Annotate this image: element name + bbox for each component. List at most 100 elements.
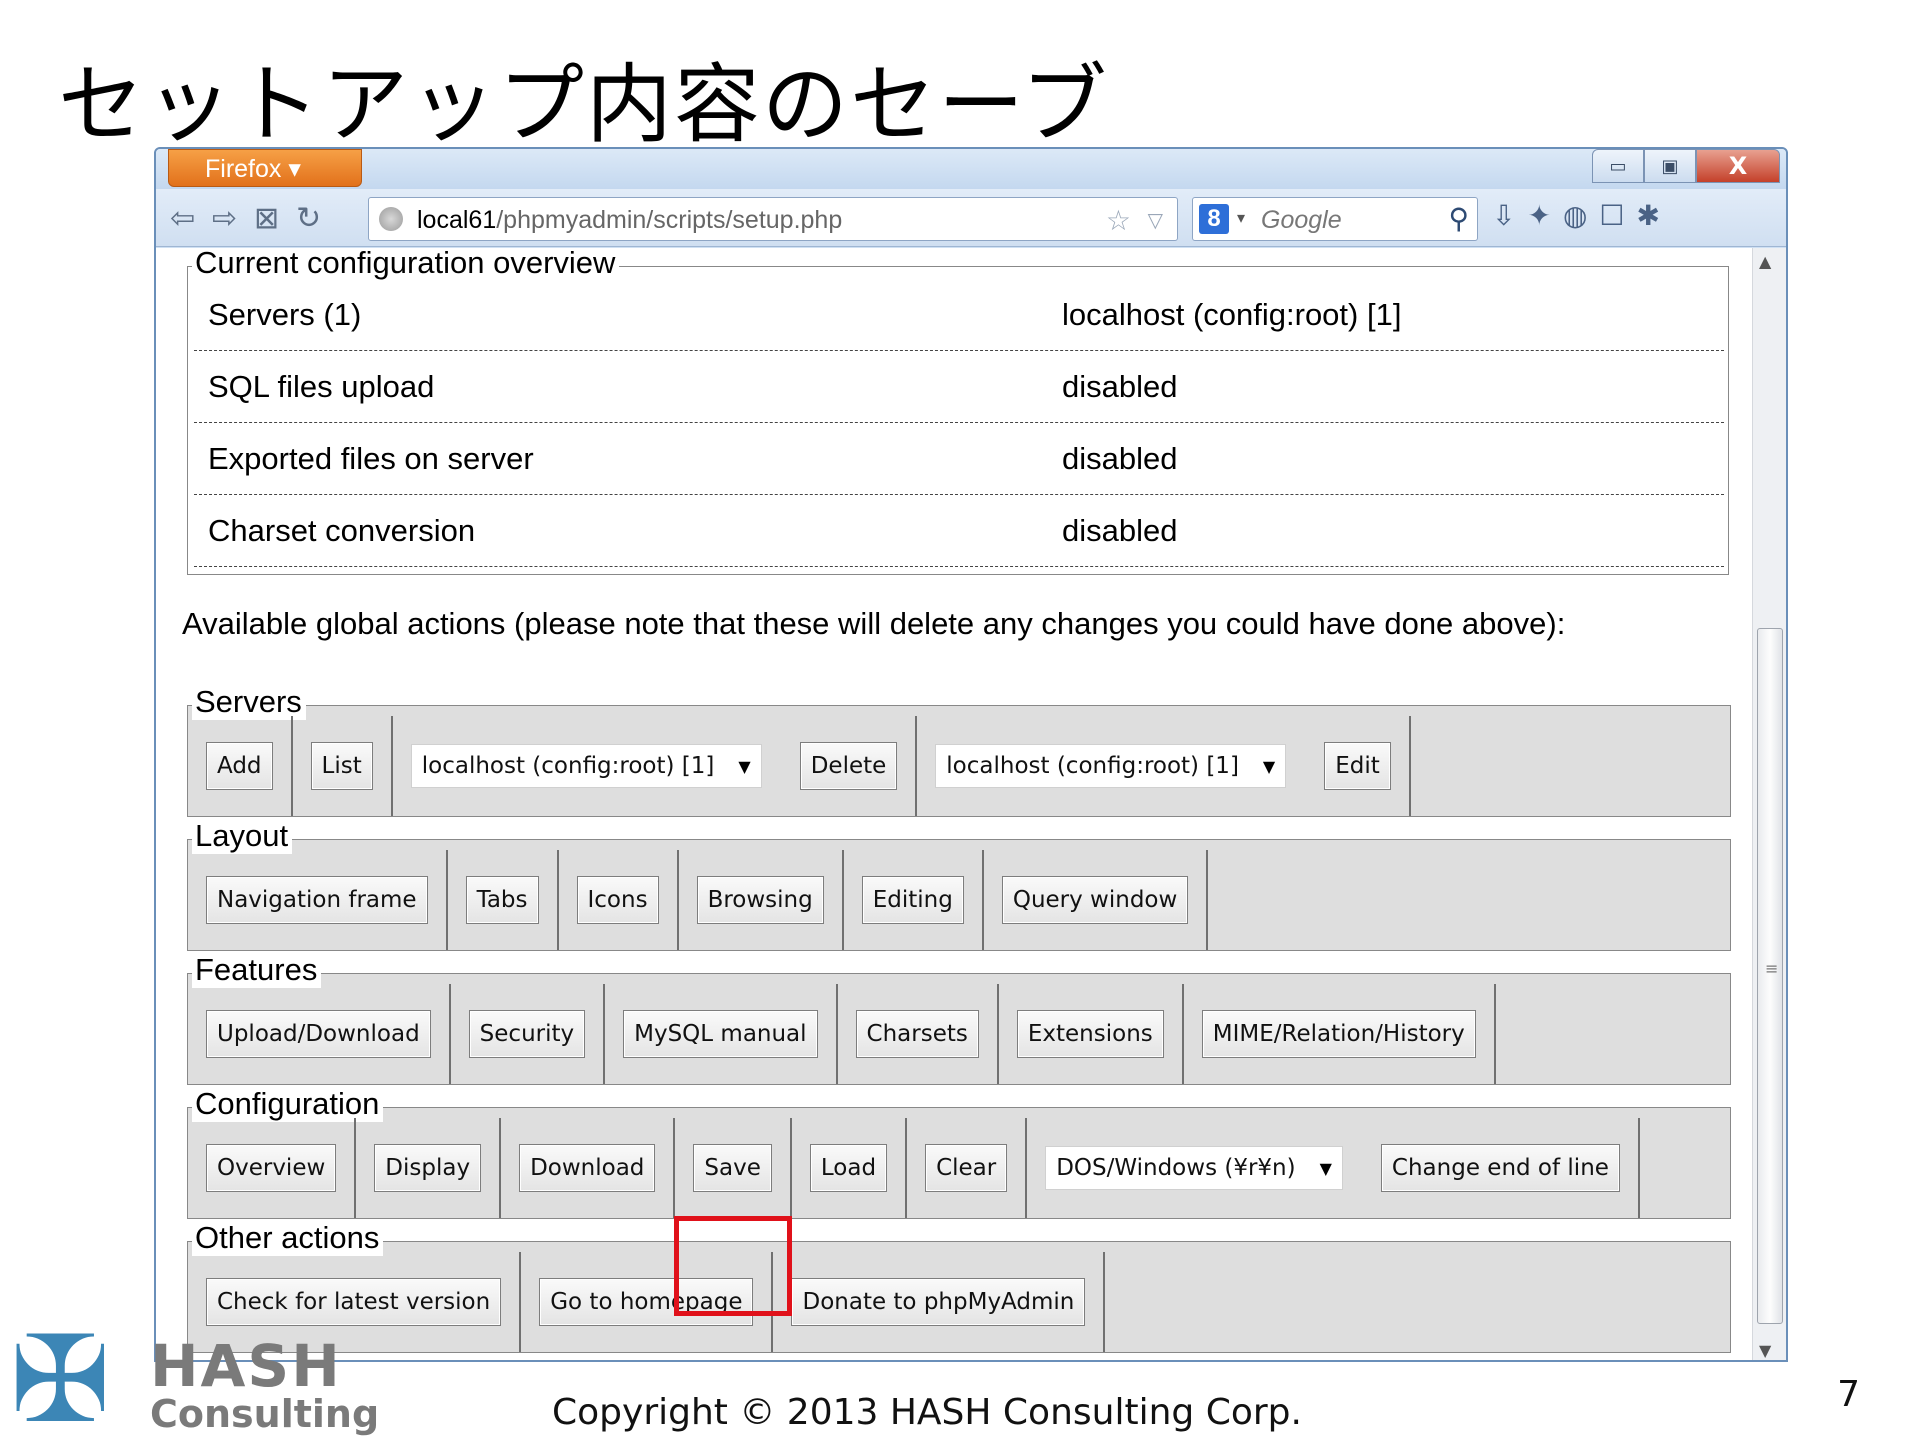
logo-mark-icon: ✠ bbox=[10, 1311, 111, 1440]
overview-row-value: disabled bbox=[1062, 513, 1178, 548]
scroll-down-icon[interactable]: ▼ bbox=[1759, 1341, 1771, 1360]
close-icon[interactable]: X bbox=[1696, 149, 1780, 183]
delete-server-button[interactable]: Delete bbox=[799, 742, 898, 790]
bookmarks-menu-icon[interactable]: ☐ bbox=[1599, 199, 1624, 232]
overview-row-value: disabled bbox=[1062, 441, 1178, 476]
eol-select-value: DOS/Windows (¥r¥n) bbox=[1056, 1155, 1296, 1181]
history-dropdown-icon[interactable]: ▽ bbox=[1148, 208, 1163, 232]
overview-row: SQL files upload disabled bbox=[194, 351, 1724, 423]
configuration-actions: Overview Display Download Save Load Clea… bbox=[188, 1118, 1640, 1218]
list-servers-button[interactable]: List bbox=[310, 742, 373, 790]
layout-actions: Navigation frame Tabs Icons Browsing Edi… bbox=[188, 850, 1209, 950]
logo-subtitle: Consulting bbox=[150, 1392, 380, 1436]
change-eol-button[interactable]: Change end of line bbox=[1380, 1144, 1620, 1192]
url-host: local61 bbox=[417, 206, 497, 234]
browser-window: Firefox ▾ ▭ ▣ X ⇦ ⇨ ⊠ ↻ local61/phpmyadm… bbox=[154, 147, 1788, 1362]
download-icon[interactable]: ⇩ bbox=[1492, 199, 1515, 232]
maximize-icon[interactable]: ▣ bbox=[1644, 149, 1696, 183]
mime-relation-history-button[interactable]: MIME/Relation/History bbox=[1201, 1010, 1476, 1058]
company-logo: ✠ HASH Consulting bbox=[10, 1320, 410, 1440]
navigation-toolbar: ⇦ ⇨ ⊠ ↻ local61/phpmyadmin/scripts/setup… bbox=[156, 189, 1786, 247]
stop-icon[interactable]: ⊠ bbox=[254, 201, 279, 236]
load-button[interactable]: Load bbox=[809, 1144, 888, 1192]
window-controls: ▭ ▣ X bbox=[1592, 149, 1780, 183]
search-bar[interactable]: 8 ▾ Google ⚲ bbox=[1192, 197, 1478, 241]
tabs-button[interactable]: Tabs bbox=[465, 876, 539, 924]
browsing-button[interactable]: Browsing bbox=[696, 876, 824, 924]
page-number: 7 bbox=[1837, 1374, 1860, 1415]
features-group: Features Upload/Download Security MySQL … bbox=[187, 952, 1731, 1085]
copyright: Copyright © 2013 HASH Consulting Corp. bbox=[552, 1392, 1302, 1433]
bookmark-star-icon[interactable]: ☆ bbox=[1106, 204, 1131, 237]
addon-icon[interactable]: ✦ bbox=[1527, 199, 1550, 232]
overview-row-value: localhost (config:root) [1] bbox=[1062, 297, 1402, 332]
security-button[interactable]: Security bbox=[468, 1010, 586, 1058]
upload-download-button[interactable]: Upload/Download bbox=[206, 1010, 431, 1058]
url-path: /phpmyadmin/scripts/setup.php bbox=[496, 206, 843, 234]
server-select-value: localhost (config:root) [1] bbox=[946, 753, 1239, 779]
configuration-overview: Current configuration overview Servers (… bbox=[187, 248, 1729, 575]
overview-row-name: Charset conversion bbox=[208, 513, 476, 548]
display-button[interactable]: Display bbox=[374, 1144, 482, 1192]
extensions-button[interactable]: Extensions bbox=[1016, 1010, 1164, 1058]
toolbar-icons: ⇩ ✦ ◍ ☐ ✱ bbox=[1492, 199, 1660, 232]
overview-row: Charset conversion disabled bbox=[194, 495, 1724, 567]
overview-row-name: Servers (1) bbox=[208, 297, 362, 332]
chevron-down-icon: ▼ bbox=[1262, 756, 1276, 776]
globe-icon[interactable]: ◍ bbox=[1563, 199, 1587, 232]
edit-server-button[interactable]: Edit bbox=[1324, 742, 1391, 790]
site-identity-icon[interactable] bbox=[379, 207, 403, 231]
search-engine-icon[interactable]: 8 bbox=[1199, 204, 1229, 234]
features-actions: Upload/Download Security MySQL manual Ch… bbox=[188, 984, 1496, 1084]
navigation-frame-button[interactable]: Navigation frame bbox=[206, 876, 428, 924]
eol-select[interactable]: DOS/Windows (¥r¥n) ▼ bbox=[1045, 1146, 1343, 1190]
reload-icon[interactable]: ↻ bbox=[296, 201, 321, 236]
save-button[interactable]: Save bbox=[693, 1144, 772, 1192]
firefox-menu-button[interactable]: Firefox ▾ bbox=[168, 149, 362, 187]
grip-icon: ≡ bbox=[1765, 959, 1779, 978]
download-button[interactable]: Download bbox=[519, 1144, 656, 1192]
add-server-button[interactable]: Add bbox=[206, 742, 273, 790]
overview-row-name: Exported files on server bbox=[208, 441, 534, 476]
overview-row-value: disabled bbox=[1062, 369, 1178, 404]
tools-icon[interactable]: ✱ bbox=[1636, 199, 1659, 232]
global-actions-note: Available global actions (please note th… bbox=[182, 606, 1566, 641]
servers-actions: Add List localhost (config:root) [1] ▼ De… bbox=[188, 716, 1411, 816]
search-icon[interactable]: ⚲ bbox=[1448, 202, 1469, 235]
chevron-down-icon[interactable]: ▾ bbox=[1237, 208, 1245, 227]
slide-title: セットアップ内容のセーブ bbox=[58, 55, 1109, 155]
charsets-button[interactable]: Charsets bbox=[855, 1010, 979, 1058]
chevron-down-icon: ▼ bbox=[1319, 1158, 1332, 1178]
back-icon[interactable]: ⇦ bbox=[170, 201, 195, 236]
check-version-button[interactable]: Check for latest version bbox=[206, 1278, 502, 1326]
forward-icon[interactable]: ⇨ bbox=[212, 201, 237, 236]
configuration-legend: Configuration bbox=[192, 1086, 384, 1122]
minimize-icon[interactable]: ▭ bbox=[1592, 149, 1644, 183]
donate-button[interactable]: Donate to phpMyAdmin bbox=[791, 1278, 1086, 1326]
scrollbar-thumb[interactable]: ≡ bbox=[1757, 628, 1783, 1324]
query-window-button[interactable]: Query window bbox=[1001, 876, 1189, 924]
overview-row: Servers (1) localhost (config:root) [1] bbox=[194, 279, 1724, 351]
overview-row: Exported files on server disabled bbox=[194, 423, 1724, 495]
layout-legend: Layout bbox=[192, 818, 293, 854]
page-content: Current configuration overview Servers (… bbox=[156, 248, 1752, 1360]
other-actions-legend: Other actions bbox=[192, 1220, 384, 1256]
url-text: local61/phpmyadmin/scripts/setup.php bbox=[417, 206, 842, 235]
server-select-delete[interactable]: localhost (config:root) [1] ▼ bbox=[410, 744, 762, 788]
editing-button[interactable]: Editing bbox=[861, 876, 964, 924]
server-select-edit[interactable]: localhost (config:root) [1] ▼ bbox=[935, 744, 1287, 788]
save-highlight-box bbox=[674, 1216, 792, 1316]
scroll-up-icon[interactable]: ▲ bbox=[1759, 252, 1771, 271]
clear-button[interactable]: Clear bbox=[925, 1144, 1008, 1192]
search-input[interactable]: Google bbox=[1261, 206, 1342, 235]
vertical-scrollbar[interactable]: ▲ ≡ ▼ bbox=[1752, 248, 1786, 1360]
title-bar: Firefox ▾ ▭ ▣ X bbox=[156, 149, 1786, 189]
icons-button[interactable]: Icons bbox=[576, 876, 659, 924]
configuration-group: Configuration Overview Display Download … bbox=[187, 1086, 1731, 1219]
server-select-value: localhost (config:root) [1] bbox=[421, 753, 715, 779]
overview-button[interactable]: Overview bbox=[206, 1144, 337, 1192]
overview-legend: Current configuration overview bbox=[192, 248, 620, 281]
mysql-manual-button[interactable]: MySQL manual bbox=[623, 1010, 818, 1058]
logo-name: HASH bbox=[150, 1332, 342, 1400]
address-bar[interactable]: local61/phpmyadmin/scripts/setup.php ☆ ▽ bbox=[368, 197, 1178, 241]
